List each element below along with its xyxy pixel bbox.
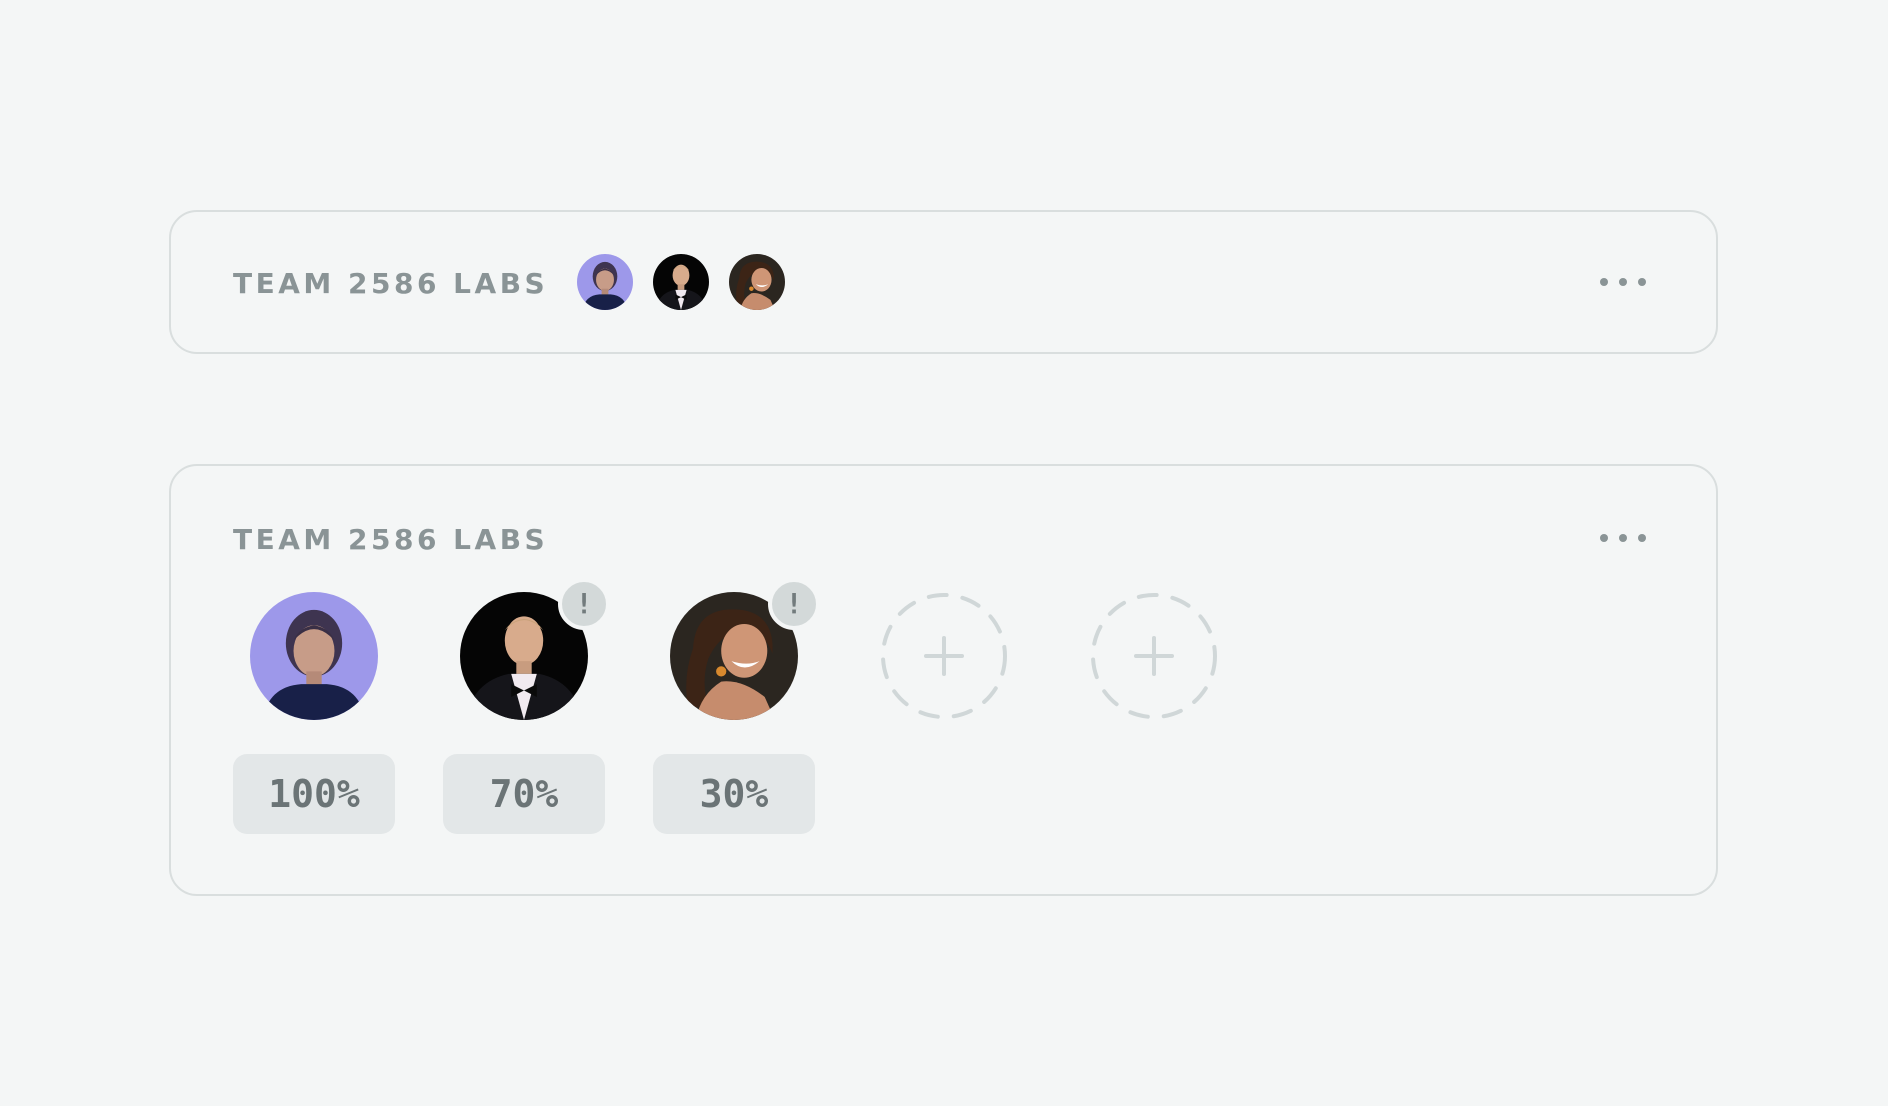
add-member-button[interactable]: [1090, 592, 1218, 720]
avatar[interactable]: [577, 254, 633, 310]
more-horizontal-icon: [1600, 278, 1608, 286]
progress-chip: 30%: [653, 754, 815, 834]
more-horizontal-icon: [1600, 534, 1608, 542]
more-options-button[interactable]: [1600, 270, 1646, 294]
team-title: TEAM 2586 LABS: [233, 267, 549, 300]
team-card-expanded: TEAM 2586 LABS 100% ! 70% ! 30%: [169, 464, 1718, 896]
member-item: ! 70%: [443, 578, 610, 842]
alert-icon[interactable]: !: [558, 578, 610, 630]
member-avatar[interactable]: !: [460, 578, 610, 720]
avatar-group: [577, 254, 785, 310]
progress-chip: 70%: [443, 754, 605, 834]
member-avatar[interactable]: !: [670, 578, 820, 720]
more-horizontal-icon: [1638, 534, 1646, 542]
member-item: ! 30%: [653, 578, 820, 842]
more-horizontal-icon: [1619, 278, 1627, 286]
avatar[interactable]: [653, 254, 709, 310]
member-avatar[interactable]: [250, 592, 378, 720]
member-list: 100% ! 70% ! 30%: [233, 578, 1333, 842]
member-item: 100%: [233, 592, 395, 842]
add-member-icon: [1091, 593, 1217, 719]
add-member-button[interactable]: [880, 592, 1008, 720]
more-horizontal-icon: [1638, 278, 1646, 286]
progress-chip: 100%: [233, 754, 395, 834]
more-options-button[interactable]: [1600, 526, 1646, 550]
alert-icon[interactable]: !: [768, 578, 820, 630]
avatar: [250, 592, 378, 720]
team-card-compact: TEAM 2586 LABS: [169, 210, 1718, 354]
more-horizontal-icon: [1619, 534, 1627, 542]
team-title: TEAM 2586 LABS: [233, 523, 549, 556]
avatar[interactable]: [729, 254, 785, 310]
add-member-icon: [881, 593, 1007, 719]
